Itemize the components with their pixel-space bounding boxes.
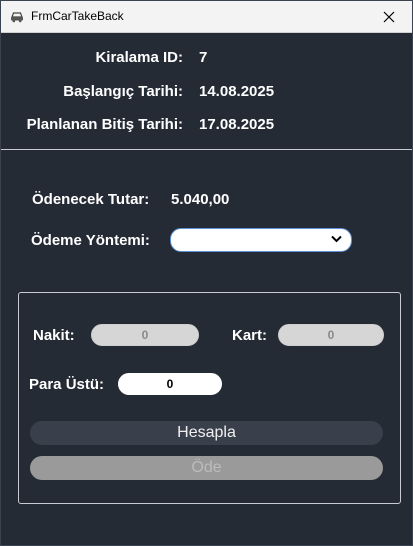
amount-label: Ödenecek Tutar: (32, 191, 150, 208)
close-button[interactable] (366, 1, 412, 32)
window-title: FrmCarTakeBack (31, 9, 124, 23)
start-date-value: 14.08.2025 (199, 83, 275, 100)
card-input[interactable]: 0 (278, 324, 384, 346)
cash-input[interactable]: 0 (91, 324, 199, 346)
chevron-down-icon (331, 235, 342, 243)
window: FrmCarTakeBack Kiralama ID: 7 Başlangıç … (0, 0, 413, 546)
calculate-button[interactable]: Hesapla (30, 421, 383, 445)
rental-id-value: 7 (199, 49, 208, 66)
cash-label: Nakit: (33, 327, 75, 344)
amount-value: 5.040,00 (171, 191, 230, 208)
card-label: Kart: (232, 327, 268, 344)
close-icon (383, 11, 395, 22)
rental-id-label: Kiralama ID: (95, 49, 183, 66)
payment-method-label: Ödeme Yöntemi: (31, 232, 150, 249)
title-bar: FrmCarTakeBack (1, 1, 412, 33)
car-icon (9, 8, 25, 24)
divider (1, 149, 412, 150)
payment-method-select[interactable] (170, 228, 352, 252)
change-input[interactable]: 0 (118, 373, 222, 395)
start-date-label: Başlangıç Tarihi: (63, 83, 183, 100)
planned-end-label: Planlanan Bitiş Tarihi: (26, 116, 183, 133)
pay-button[interactable]: Öde (30, 456, 383, 480)
change-label: Para Üstü: (29, 376, 105, 393)
planned-end-value: 17.08.2025 (199, 116, 275, 133)
